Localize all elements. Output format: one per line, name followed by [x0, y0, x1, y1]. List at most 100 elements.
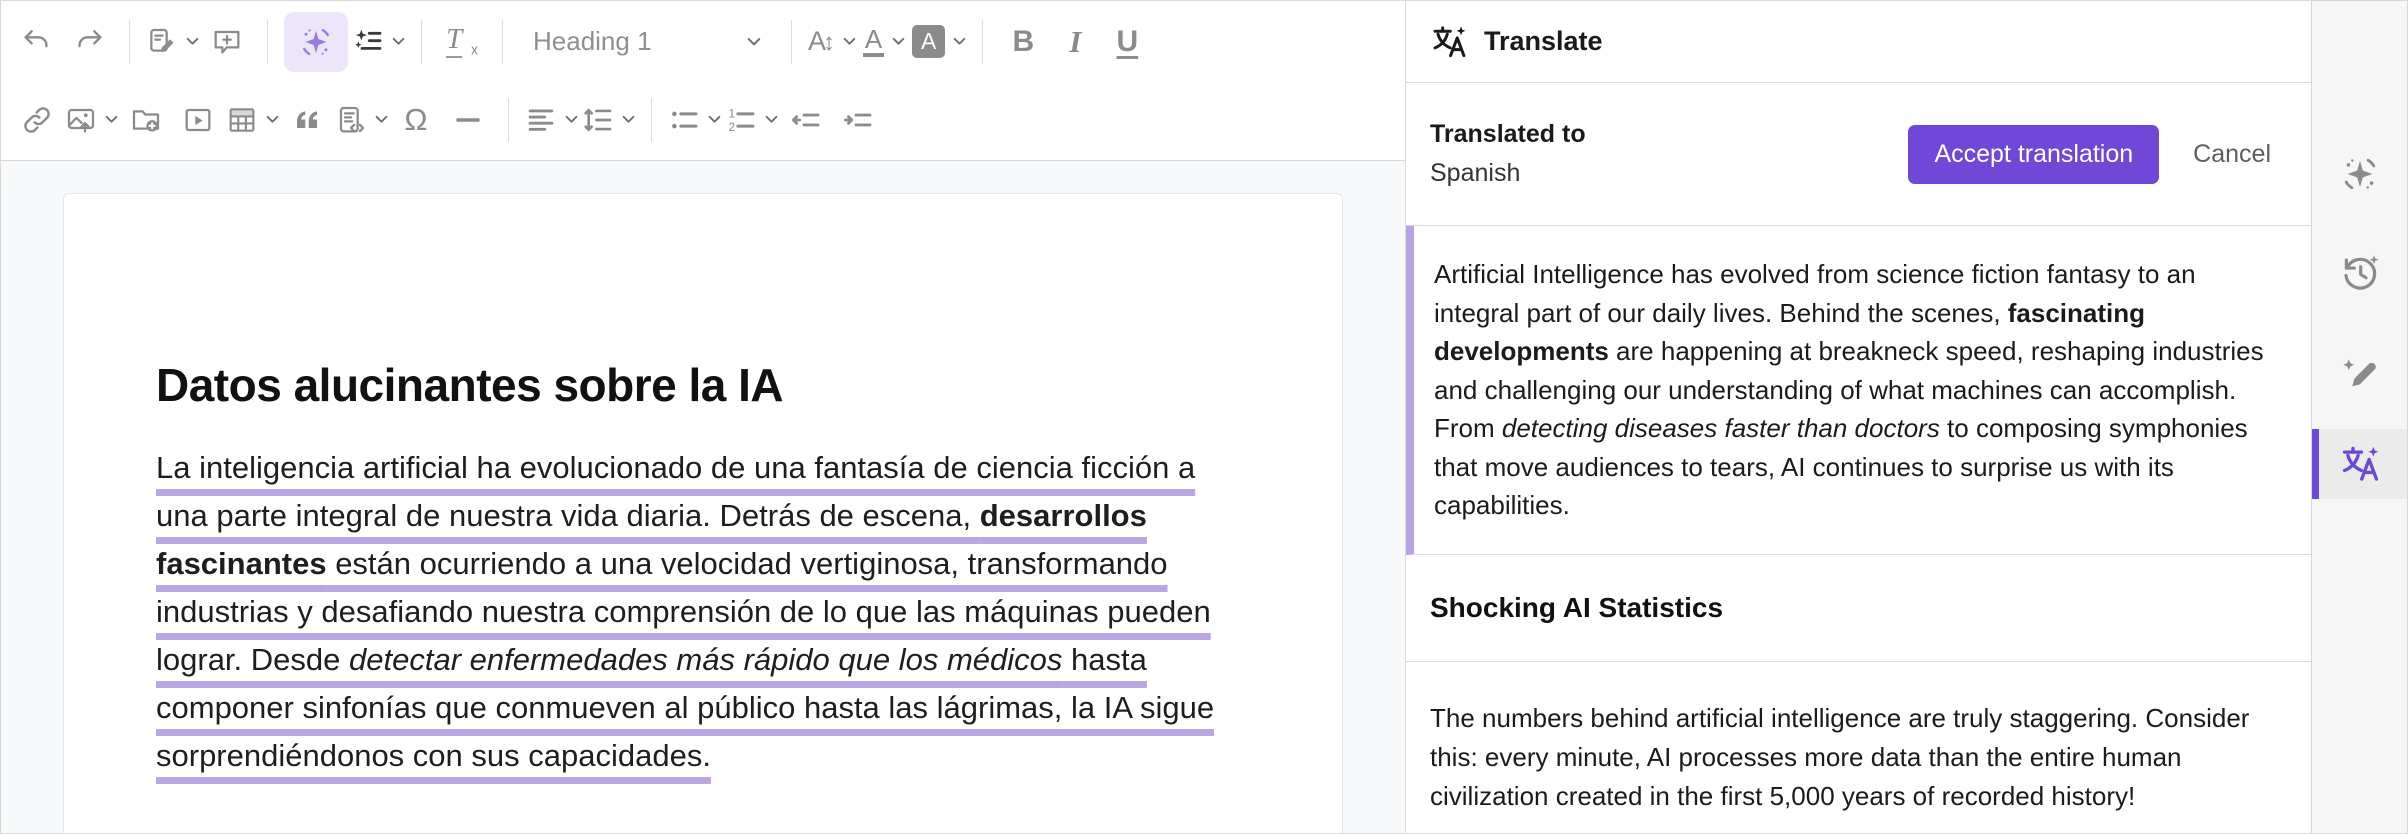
font-color-dropdown[interactable]: A: [860, 13, 908, 71]
underline-button[interactable]: U: [1103, 13, 1151, 71]
numbered-list-icon: 12: [728, 106, 755, 134]
indent-button[interactable]: [834, 91, 882, 149]
image-upload-icon: [67, 108, 95, 132]
ai-tools-rail: [2311, 1, 2407, 833]
translate-panel: Translate Translated to Spanish Accept t…: [1405, 1, 2313, 833]
italic-button[interactable]: I: [1051, 13, 1099, 71]
ai-assistant-button[interactable]: [284, 11, 348, 72]
rail-ai-assistant-button[interactable]: [2312, 139, 2407, 209]
font-background-icon: A: [912, 25, 946, 58]
chevron-down-icon: [266, 115, 279, 123]
redo-icon: [78, 29, 102, 47]
toolbar-separator: [421, 19, 422, 64]
controls-actions: Accept translation Cancel: [1908, 124, 2271, 184]
text-alignment-dropdown[interactable]: [525, 91, 578, 149]
outdent-button[interactable]: [782, 91, 830, 149]
chevron-down-icon: [622, 115, 635, 123]
underline-icon: U: [1116, 24, 1139, 58]
history-icon: [2343, 255, 2378, 290]
chevron-down-icon: [375, 115, 388, 123]
indent-icon: [844, 113, 872, 126]
media-icon: [185, 108, 211, 131]
bulleted-list-dropdown[interactable]: [668, 91, 721, 149]
chevron-down-icon: [565, 115, 578, 123]
svg-text:2: 2: [728, 120, 735, 134]
toolbar-separator: [982, 19, 984, 64]
rail-history-button[interactable]: [2312, 238, 2407, 308]
code-block-icon: [339, 106, 365, 132]
translate-icon: [1433, 25, 1466, 57]
link-button[interactable]: [13, 91, 61, 149]
source-heading2: Shocking AI Statistics: [1430, 591, 1724, 623]
translated-to-label: Translated to: [1430, 120, 1586, 148]
magic-pencil-icon: [2342, 359, 2376, 387]
editor-column: Tₓ Heading 1 A↕ A A B I U Ω 1 2 Datos al…: [1, 1, 1405, 833]
horizontal-line-button[interactable]: [444, 91, 492, 149]
font-size-dropdown[interactable]: A↕: [808, 13, 856, 71]
redo-button[interactable]: [65, 13, 113, 71]
block-quote-icon: [297, 110, 317, 128]
chevron-down-icon: [747, 37, 761, 45]
remove-format-button[interactable]: Tₓ: [438, 13, 486, 71]
code-block-dropdown[interactable]: [335, 91, 388, 149]
ai-sparkle-icon: [302, 28, 330, 55]
rail-improve-writing-button[interactable]: [2312, 338, 2407, 408]
cancel-button[interactable]: Cancel: [2193, 140, 2271, 169]
italic-icon: I: [1069, 23, 1082, 59]
toolbar-separator: [267, 19, 268, 64]
heading-style-value: Heading 1: [533, 26, 652, 56]
numbered-list-dropdown[interactable]: 12: [725, 91, 778, 149]
toolbar-separator: [651, 97, 652, 142]
document-paragraph-suggestion[interactable]: La inteligencia artificial ha evoluciona…: [156, 444, 1250, 780]
font-background-dropdown[interactable]: A: [912, 13, 966, 71]
toolbar-separator: [791, 19, 792, 64]
document-heading[interactable]: Datos alucinantes sobre la IA: [156, 358, 1250, 412]
align-left-icon: [528, 109, 554, 131]
heading-style-dropdown[interactable]: Heading 1: [519, 13, 775, 71]
panel-title: Translate: [1484, 26, 1603, 56]
ai-sparkle-icon: [2344, 158, 2375, 190]
rail-translate-button[interactable]: [2312, 429, 2407, 499]
add-comment-button[interactable]: [203, 13, 251, 71]
accept-translation-button[interactable]: Accept translation: [1908, 124, 2160, 184]
chevron-down-icon: [186, 37, 199, 45]
bold-button[interactable]: B: [999, 13, 1047, 71]
undo-button[interactable]: [13, 13, 61, 71]
chevron-down-icon: [954, 37, 966, 45]
source-heading-block: Shocking AI Statistics: [1406, 555, 2313, 662]
toolbar-separator: [508, 97, 509, 142]
chevron-down-icon: [843, 37, 856, 45]
chevron-down-icon: [765, 115, 778, 123]
add-comment-icon: [214, 30, 240, 54]
insert-table-dropdown[interactable]: [226, 91, 279, 149]
track-changes-dropdown[interactable]: [146, 13, 199, 71]
font-color-icon: A: [862, 25, 885, 58]
bold-icon: B: [1012, 24, 1035, 58]
chevron-down-icon: [392, 37, 405, 45]
document-page[interactable]: Datos alucinantes sobre la IA La intelig…: [63, 193, 1343, 833]
outdent-icon: [791, 113, 820, 126]
link-icon: [24, 106, 50, 133]
translate-controls: Translated to Spanish Accept translation…: [1406, 83, 2313, 226]
translate-icon: [2342, 446, 2378, 481]
ai-commands-icon: [355, 29, 382, 50]
special-characters-button[interactable]: Ω: [392, 91, 440, 149]
document-area: Datos alucinantes sobre la IA La intelig…: [1, 161, 1405, 833]
translate-panel-header: Translate: [1406, 1, 2313, 83]
translated-to-group: Translated to Spanish: [1430, 115, 1586, 193]
line-height-dropdown[interactable]: [582, 91, 635, 149]
table-icon: [229, 107, 255, 132]
source-paragraph-block: Artificial Intelligence has evolved from…: [1406, 226, 2313, 555]
block-quote-button[interactable]: [283, 91, 331, 149]
bulleted-list-icon: [672, 111, 698, 128]
ai-commands-dropdown[interactable]: [352, 13, 405, 71]
toolbar-separator: [502, 19, 503, 64]
font-size-icon: A↕: [808, 26, 836, 56]
toolbar-separator: [129, 19, 130, 64]
remove-format-icon: T: [446, 25, 463, 58]
file-manager-button[interactable]: [122, 91, 170, 149]
insert-media-button[interactable]: [174, 91, 222, 149]
toolbar-row-1: Tₓ Heading 1 A↕ A A B I U: [13, 3, 1405, 81]
chevron-down-icon: [105, 115, 118, 123]
insert-image-dropdown[interactable]: [65, 91, 118, 149]
